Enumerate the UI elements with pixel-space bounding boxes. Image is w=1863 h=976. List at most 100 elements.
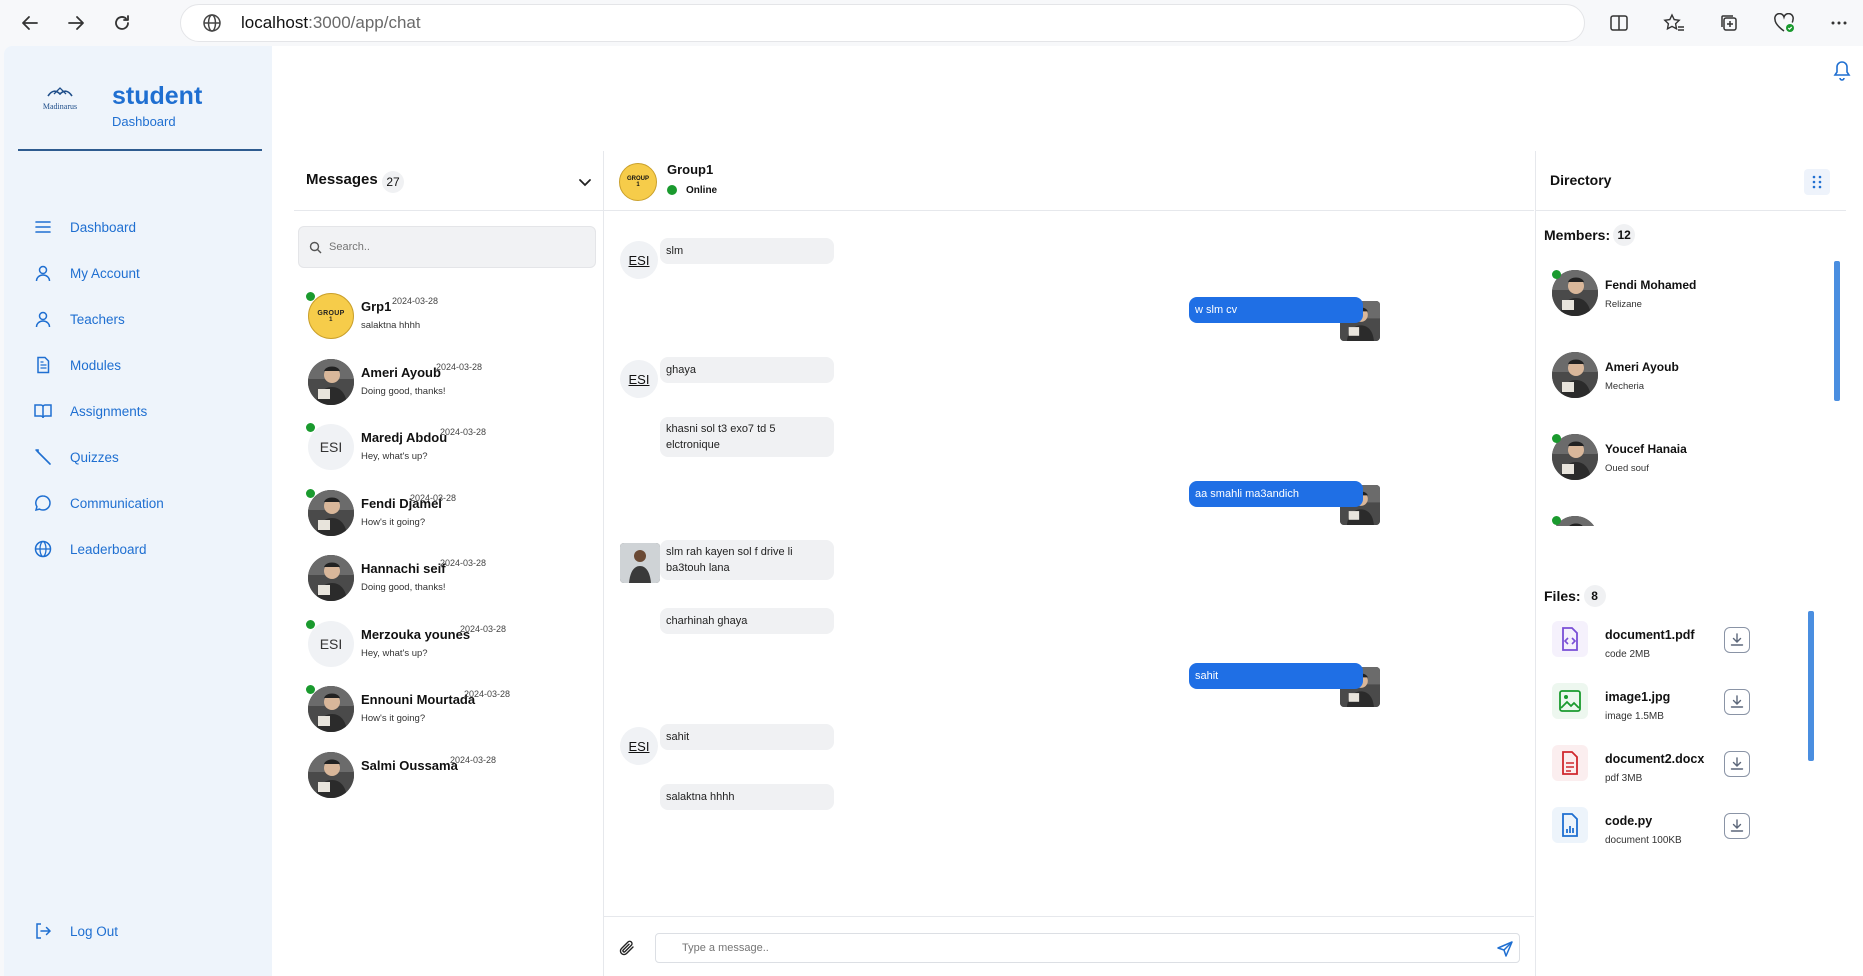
message-input[interactable] <box>655 933 1520 963</box>
download-button[interactable] <box>1724 689 1750 715</box>
more-options-button[interactable] <box>1823 8 1855 38</box>
sidebar-item-dashboard[interactable]: Dashboard <box>32 212 136 242</box>
conversation-item[interactable]: ESI Maredj Abdou 2024-03-28 Hey, what's up? <box>306 417 588 477</box>
member-item[interactable]: Fendi DjamelRelizane <box>1552 507 1812 526</box>
sidebar-item-label: Dashboard <box>70 219 137 235</box>
sidebar-item-my-account[interactable]: My Account <box>32 258 140 288</box>
search-box[interactable] <box>298 226 596 268</box>
sender-avatar: ESI <box>620 241 658 279</box>
members-heading: Members: 12 <box>1544 224 1636 246</box>
image-file-icon <box>1552 683 1588 719</box>
file-item[interactable]: document2.docx pdf 3MB <box>1552 735 1812 793</box>
arrow-right-icon <box>68 16 84 30</box>
brand: Madinarus student Dashboard <box>34 82 202 129</box>
conversation-item[interactable]: Ennouni Mourtada 2024-03-28 How's it going… <box>306 679 588 739</box>
user-icon <box>32 308 54 330</box>
notifications-button[interactable] <box>1829 58 1855 84</box>
conversation-item[interactable]: Fendi Djamel 2024-03-28 How's it going? <box>306 483 588 543</box>
conversation-preview: How's it going? <box>361 516 426 528</box>
file-item[interactable]: image1.jpg image 1.5MB <box>1552 673 1812 731</box>
sidebar-item-label: Modules <box>70 357 122 373</box>
chevron-down-icon[interactable] <box>576 173 594 191</box>
collections-button[interactable] <box>1713 8 1745 38</box>
file-item[interactable]: document1.pdf code 2MB <box>1552 611 1812 669</box>
url-path: :3000/app/chat <box>308 13 421 32</box>
conversation-name: Merzouka younes <box>361 626 471 642</box>
document-icon <box>32 354 54 376</box>
paperclip-icon[interactable] <box>616 937 638 959</box>
chat-icon <box>32 492 54 514</box>
logout-button[interactable]: Log Out <box>32 916 118 946</box>
avatar <box>308 489 354 536</box>
avatar <box>308 686 354 732</box>
sender-avatar: ESI <box>620 360 658 398</box>
conversation-item[interactable]: Hannachi seif 2024-03-28 Doing good, thank… <box>308 548 588 608</box>
heart-pulse-icon <box>1774 13 1794 32</box>
favorites-button[interactable] <box>1658 8 1690 38</box>
sender-avatar <box>620 543 660 583</box>
conversation-date: 2024-03-28 <box>460 623 507 634</box>
sidebar-item-label: Leaderboard <box>70 541 147 557</box>
member-item[interactable]: Ameri Ayoub Mecheria <box>1552 343 1812 403</box>
file-item[interactable]: code.py document 100KB <box>1552 797 1812 855</box>
browser-essentials-button[interactable] <box>1768 8 1800 38</box>
online-status-dot <box>306 423 315 432</box>
conversation-date: 2024-03-28 <box>440 558 487 568</box>
download-button[interactable] <box>1724 751 1750 777</box>
sidebar-item-teachers[interactable]: Teachers <box>32 304 125 334</box>
conversation-item[interactable]: ESI Merzouka younes 2024-03-28 Hey, what's … <box>306 614 588 674</box>
incoming-message: slm rah kayen sol f drive li ba3touh lan… <box>660 540 834 580</box>
bell-icon <box>1833 61 1851 81</box>
directory-header: Directory <box>1536 151 1846 211</box>
directory-title: Directory <box>1550 172 1612 188</box>
star-list-icon <box>1663 13 1684 31</box>
group-name: Group1 <box>667 162 714 177</box>
conversation-date: 2024-03-28 <box>450 754 497 765</box>
incoming-message: khasni sol t3 exo7 td 5 elctronique <box>660 417 834 457</box>
outgoing-message: sahit <box>1189 663 1363 689</box>
book-icon <box>32 400 54 422</box>
conversation-name: Salmi Oussama <box>361 757 458 773</box>
reload-button[interactable] <box>106 8 138 38</box>
grid-dots-icon[interactable] <box>1804 169 1830 195</box>
send-icon[interactable] <box>1494 938 1516 960</box>
member-item[interactable]: Youcef Hanaia Oued souf <box>1552 425 1812 485</box>
member-name: Fendi Djamel <box>1605 524 1680 526</box>
arrow-left-icon <box>22 16 38 30</box>
download-button[interactable] <box>1724 813 1750 839</box>
conversation-date: 2024-03-28 <box>392 296 439 306</box>
file-meta: document 100KB <box>1605 835 1682 846</box>
code-file-icon <box>1552 621 1588 657</box>
address-bar[interactable]: localhost:3000/app/chat <box>180 4 1585 42</box>
conversation-preview: Hey, what's up? <box>361 451 428 462</box>
incoming-message: salaktna hhhh <box>660 784 834 810</box>
sidebar-item-leaderboard[interactable]: Leaderboard <box>32 534 147 564</box>
online-status-dot <box>306 685 315 694</box>
forward-button[interactable] <box>60 8 92 38</box>
download-icon <box>1730 819 1744 832</box>
messages-count-badge: 27 <box>382 171 404 193</box>
search-input[interactable] <box>329 241 579 253</box>
file-name: image1.jpg <box>1605 690 1671 704</box>
back-button[interactable] <box>14 8 46 38</box>
sidebar-item-assignments[interactable]: Assignments <box>32 396 147 426</box>
brand-subtitle: Dashboard <box>112 114 176 129</box>
menu-icon <box>32 216 54 238</box>
sidebar-item-label: Teachers <box>70 311 125 327</box>
incoming-message: charhinah ghaya <box>660 608 834 634</box>
conversation-item[interactable]: GROUP 1 Grp1 2024-03-28 salaktna hhhh <box>306 286 588 346</box>
sidebar-item-modules[interactable]: Modules <box>32 350 121 380</box>
members-scrollbar[interactable] <box>1834 261 1840 401</box>
member-location: Relizane <box>1605 299 1642 310</box>
files-scrollbar[interactable] <box>1808 611 1814 761</box>
conversation-item[interactable]: Salmi Oussama 2024-03-28 <box>308 745 588 805</box>
sidebar-item-quizzes[interactable]: Quizzes <box>32 442 119 472</box>
download-button[interactable] <box>1724 627 1750 653</box>
member-item[interactable]: Fendi Mohamed Relizane <box>1552 261 1812 321</box>
avatar <box>308 358 354 405</box>
split-screen-button[interactable] <box>1603 8 1635 38</box>
conversation-item[interactable]: Ameri Ayoub 2024-03-28 Doing good, thanks! <box>308 352 588 412</box>
chat-panel: GROUP 1 Group1 Online ESI slm w slm cv ESI gh… <box>604 151 1534 976</box>
sidebar-item-communication[interactable]: Communication <box>32 488 164 518</box>
conversation-date: 2024-03-28 <box>464 689 511 699</box>
